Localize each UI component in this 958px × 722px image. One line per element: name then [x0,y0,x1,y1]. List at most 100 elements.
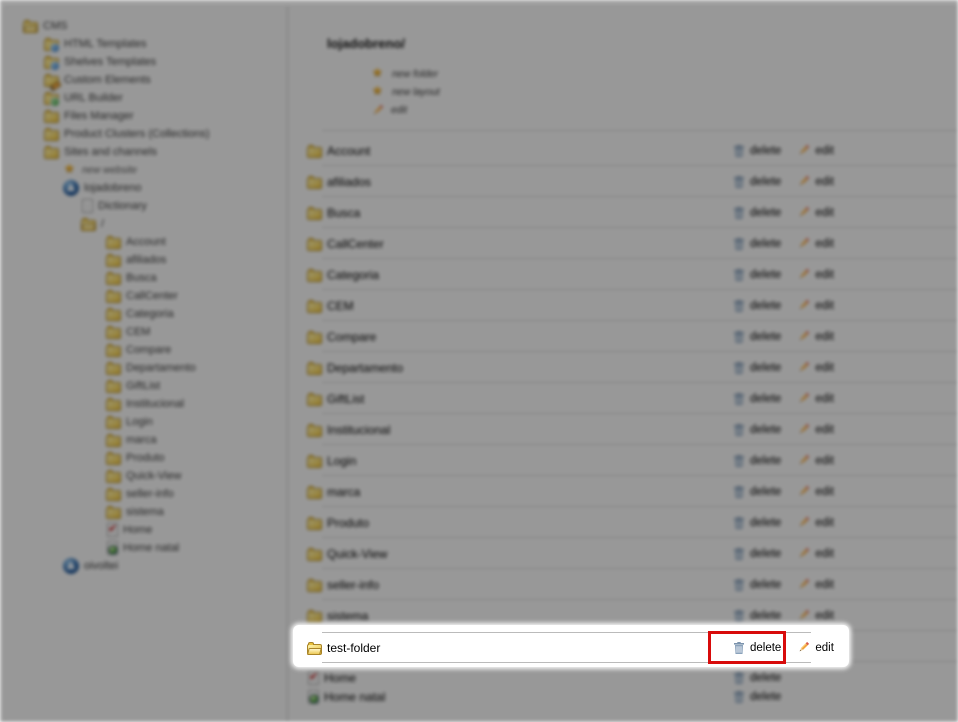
sidebar-item-busca[interactable]: Busca [4,269,287,287]
sidebar-item-institucional[interactable]: Institucional [4,395,287,413]
sidebar-item-label: oivoltei [84,560,118,572]
edit-button[interactable]: edit [797,237,834,250]
pencil-icon [797,237,810,250]
sidebar-item-home-natal[interactable]: Home natal [4,539,287,557]
sidebar-item-giftlist[interactable]: GiftList [4,377,287,395]
edit-button[interactable]: edit [797,423,834,436]
sidebar-item-dictionary[interactable]: Dictionary [4,197,287,215]
table-row: Accountdeleteedit [288,135,958,166]
edit-button[interactable]: edit [797,299,834,312]
sidebar-item-root-folder[interactable]: / [4,215,287,233]
delete-button[interactable]: delete [733,361,781,375]
page-globe-icon [107,541,118,555]
sidebar-item-compare[interactable]: Compare [4,341,287,359]
delete-button[interactable]: delete [733,423,781,437]
delete-button[interactable]: delete [733,392,781,406]
edit-button[interactable]: edit [797,641,834,654]
delete-button[interactable]: delete [733,454,781,468]
table-row: GiftListdeleteedit [288,383,958,414]
sidebar-item-marca[interactable]: marca [4,431,287,449]
sidebar-item-files-manager[interactable]: Files Manager [4,107,287,125]
edit-link[interactable]: edit [371,101,958,119]
delete-button[interactable]: delete [733,609,781,623]
sidebar-item-quick-view[interactable]: Quick-View [4,467,287,485]
pencil-icon [797,609,810,622]
row-label: Home natal [324,690,385,704]
delete-button[interactable]: delete [733,578,781,592]
delete-button[interactable]: delete [733,330,781,344]
edit-button[interactable]: edit [797,330,834,343]
sidebar-item-custom-elements[interactable]: Custom Elements [4,71,287,89]
sidebar-item-produto[interactable]: Produto [4,449,287,467]
folder-icon [106,292,121,303]
trash-icon [733,578,745,592]
row-label: Produto [327,516,369,530]
sidebar-item-label: CEM [126,326,150,338]
table-row: Buscadeleteedit [288,197,958,228]
new-folder-link[interactable]: new folder [371,65,958,83]
table-row: Produto delete edit [288,507,958,538]
sidebar-item-label: Dictionary [98,200,147,212]
edit-button[interactable]: edit [797,361,834,374]
delete-label: delete [750,269,781,281]
edit-button[interactable]: edit [797,268,834,281]
sidebar-item-oivoltei[interactable]: oivoltei [4,557,287,575]
sidebar-item-shelves-templates[interactable]: Shelves Templates [4,53,287,71]
pencil-icon [797,641,810,654]
sidebar-item-categoria[interactable]: Categoria [4,305,287,323]
sidebar-item-lojadobreno[interactable]: lojadobreno [4,179,287,197]
sidebar-item-afiliados[interactable]: afiliados [4,251,287,269]
edit-button[interactable]: edit [797,485,834,498]
pencil-icon [797,423,810,436]
folder-icon [106,508,121,519]
trash-icon [733,206,745,220]
sidebar-item-home[interactable]: Home [4,521,287,539]
delete-button[interactable]: delete [733,516,781,530]
sidebar-item-product-clusters[interactable]: Product Clusters (Collections) [4,125,287,143]
delete-button[interactable]: delete [733,690,781,704]
delete-button[interactable]: delete [733,485,781,499]
sidebar-item-account[interactable]: Account [4,233,287,251]
sidebar-item-seller-info[interactable]: seller-info [4,485,287,503]
edit-button[interactable]: edit [797,175,834,188]
sidebar-item-html-templates[interactable]: HTML Templates [4,35,287,53]
sidebar-item-label: Files Manager [64,110,134,122]
new-layout-link[interactable]: new layout [371,83,958,101]
delete-button[interactable]: delete [733,175,781,189]
edit-button[interactable]: edit [797,578,834,591]
delete-button[interactable]: delete [733,547,781,561]
folder-icon [106,382,121,393]
trash-icon [733,175,745,189]
sidebar-item-cms[interactable]: CMS [4,17,287,35]
edit-label: edit [815,238,834,250]
sidebar-item-new-website[interactable]: new website [4,161,287,179]
folder-icon [44,148,59,159]
sidebar-item-sites-and-channels[interactable]: Sites and channels [4,143,287,161]
edit-button[interactable]: edit [797,206,834,219]
delete-button[interactable]: delete [733,144,781,158]
edit-button[interactable]: edit [797,609,834,622]
sidebar-item-callcenter[interactable]: CallCenter [4,287,287,305]
delete-button[interactable]: delete [733,299,781,313]
sidebar-item-url-builder[interactable]: URL Builder [4,89,287,107]
folder-icon [307,147,322,158]
folder-icon [106,418,121,429]
edit-button[interactable]: edit [797,392,834,405]
delete-button[interactable]: delete [733,237,781,251]
edit-button[interactable]: edit [797,454,834,467]
edit-button[interactable]: edit [797,144,834,157]
sidebar-item-departamento[interactable]: Departamento [4,359,287,377]
delete-button[interactable]: delete [733,206,781,220]
pencil-icon [797,268,810,281]
edit-button[interactable]: edit [797,516,834,529]
edit-button[interactable]: edit [797,547,834,560]
pencil-icon [797,175,810,188]
folder-open-icon [81,220,96,231]
sidebar-item-sistema[interactable]: sistema [4,503,287,521]
delete-button[interactable]: delete [733,268,781,282]
sidebar-item-cem[interactable]: CEM [4,323,287,341]
sidebar-item-login[interactable]: Login [4,413,287,431]
sidebar-item-label: Home [123,524,152,536]
delete-button[interactable]: delete [733,671,781,685]
edit-label: edit [815,331,834,343]
